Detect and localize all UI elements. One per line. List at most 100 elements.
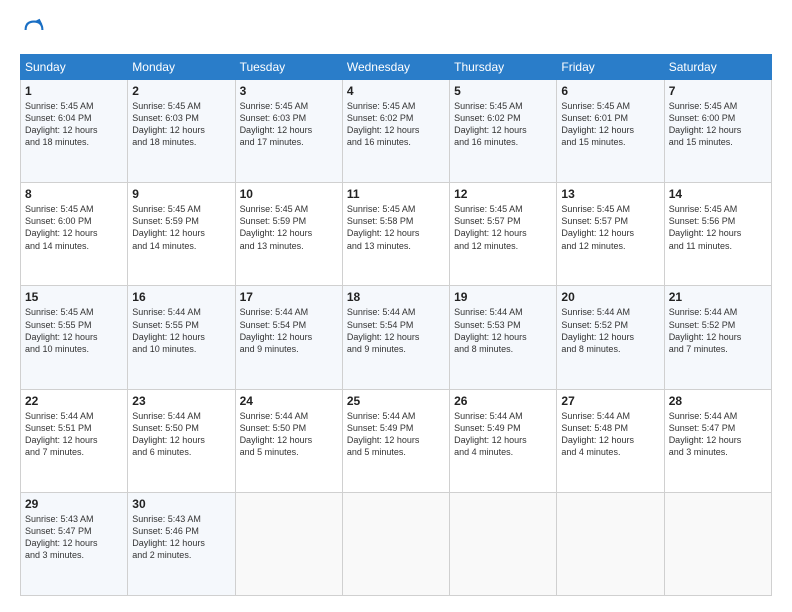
day-info: Sunrise: 5:45 AM Sunset: 5:58 PM Dayligh… [347, 203, 445, 252]
calendar-cell: 17 Sunrise: 5:44 AM Sunset: 5:54 PM Dayli… [235, 286, 342, 389]
day-info: Sunrise: 5:44 AM Sunset: 5:50 PM Dayligh… [240, 410, 338, 459]
calendar-header-friday: Friday [557, 55, 664, 80]
day-number: 21 [669, 290, 767, 304]
calendar-header-monday: Monday [128, 55, 235, 80]
calendar-header-saturday: Saturday [664, 55, 771, 80]
calendar-header-tuesday: Tuesday [235, 55, 342, 80]
day-number: 3 [240, 84, 338, 98]
day-info: Sunrise: 5:43 AM Sunset: 5:47 PM Dayligh… [25, 513, 123, 562]
calendar-cell: 11 Sunrise: 5:45 AM Sunset: 5:58 PM Dayli… [342, 183, 449, 286]
day-info: Sunrise: 5:45 AM Sunset: 5:59 PM Dayligh… [132, 203, 230, 252]
day-info: Sunrise: 5:43 AM Sunset: 5:46 PM Dayligh… [132, 513, 230, 562]
logo [20, 16, 52, 44]
day-info: Sunrise: 5:44 AM Sunset: 5:47 PM Dayligh… [669, 410, 767, 459]
calendar-cell: 30 Sunrise: 5:43 AM Sunset: 5:46 PM Dayli… [128, 492, 235, 595]
day-info: Sunrise: 5:45 AM Sunset: 5:57 PM Dayligh… [561, 203, 659, 252]
day-number: 18 [347, 290, 445, 304]
day-info: Sunrise: 5:44 AM Sunset: 5:52 PM Dayligh… [561, 306, 659, 355]
day-number: 13 [561, 187, 659, 201]
calendar-cell: 21 Sunrise: 5:44 AM Sunset: 5:52 PM Dayli… [664, 286, 771, 389]
logo-icon [20, 16, 48, 44]
day-number: 4 [347, 84, 445, 98]
day-info: Sunrise: 5:45 AM Sunset: 6:00 PM Dayligh… [25, 203, 123, 252]
header [20, 16, 772, 44]
day-info: Sunrise: 5:45 AM Sunset: 5:57 PM Dayligh… [454, 203, 552, 252]
day-info: Sunrise: 5:45 AM Sunset: 6:02 PM Dayligh… [454, 100, 552, 149]
day-number: 17 [240, 290, 338, 304]
calendar-cell [557, 492, 664, 595]
calendar-cell: 10Sunrise: 5:45 AM Sunset: 5:59 PM Dayli… [235, 183, 342, 286]
page: SundayMondayTuesdayWednesdayThursdayFrid… [0, 0, 792, 612]
calendar-cell: 22 Sunrise: 5:44 AM Sunset: 5:51 PM Dayli… [21, 389, 128, 492]
day-info: Sunrise: 5:45 AM Sunset: 6:03 PM Dayligh… [240, 100, 338, 149]
calendar-cell [450, 492, 557, 595]
day-number: 19 [454, 290, 552, 304]
calendar-cell: 20 Sunrise: 5:44 AM Sunset: 5:52 PM Dayli… [557, 286, 664, 389]
day-info: Sunrise: 5:45 AM Sunset: 6:03 PM Dayligh… [132, 100, 230, 149]
day-number: 7 [669, 84, 767, 98]
calendar-week-3: 22 Sunrise: 5:44 AM Sunset: 5:51 PM Dayli… [21, 389, 772, 492]
calendar-week-1: 8Sunrise: 5:45 AM Sunset: 6:00 PM Daylig… [21, 183, 772, 286]
calendar-cell: 7 Sunrise: 5:45 AM Sunset: 6:00 PM Daylig… [664, 80, 771, 183]
calendar-cell: 3 Sunrise: 5:45 AM Sunset: 6:03 PM Daylig… [235, 80, 342, 183]
calendar-cell: 23 Sunrise: 5:44 AM Sunset: 5:50 PM Dayli… [128, 389, 235, 492]
calendar-week-4: 29 Sunrise: 5:43 AM Sunset: 5:47 PM Dayli… [21, 492, 772, 595]
calendar-cell: 16 Sunrise: 5:44 AM Sunset: 5:55 PM Dayli… [128, 286, 235, 389]
calendar-cell: 18 Sunrise: 5:44 AM Sunset: 5:54 PM Dayli… [342, 286, 449, 389]
day-info: Sunrise: 5:45 AM Sunset: 6:00 PM Dayligh… [669, 100, 767, 149]
day-info: Sunrise: 5:44 AM Sunset: 5:52 PM Dayligh… [669, 306, 767, 355]
calendar-cell: 12 Sunrise: 5:45 AM Sunset: 5:57 PM Dayli… [450, 183, 557, 286]
calendar-cell: 6 Sunrise: 5:45 AM Sunset: 6:01 PM Daylig… [557, 80, 664, 183]
calendar-body: 1 Sunrise: 5:45 AM Sunset: 6:04 PM Daylig… [21, 80, 772, 596]
calendar-cell: 1 Sunrise: 5:45 AM Sunset: 6:04 PM Daylig… [21, 80, 128, 183]
day-number: 5 [454, 84, 552, 98]
day-info: Sunrise: 5:44 AM Sunset: 5:48 PM Dayligh… [561, 410, 659, 459]
day-number: 16 [132, 290, 230, 304]
calendar-header-thursday: Thursday [450, 55, 557, 80]
day-info: Sunrise: 5:44 AM Sunset: 5:54 PM Dayligh… [240, 306, 338, 355]
day-info: Sunrise: 5:44 AM Sunset: 5:51 PM Dayligh… [25, 410, 123, 459]
day-number: 11 [347, 187, 445, 201]
day-number: 29 [25, 497, 123, 511]
calendar-cell: 15Sunrise: 5:45 AM Sunset: 5:55 PM Dayli… [21, 286, 128, 389]
calendar-cell: 28Sunrise: 5:44 AM Sunset: 5:47 PM Dayli… [664, 389, 771, 492]
day-number: 14 [669, 187, 767, 201]
day-info: Sunrise: 5:45 AM Sunset: 6:02 PM Dayligh… [347, 100, 445, 149]
day-info: Sunrise: 5:45 AM Sunset: 6:04 PM Dayligh… [25, 100, 123, 149]
day-number: 6 [561, 84, 659, 98]
calendar-cell: 13 Sunrise: 5:45 AM Sunset: 5:57 PM Dayli… [557, 183, 664, 286]
calendar-cell: 19Sunrise: 5:44 AM Sunset: 5:53 PM Dayli… [450, 286, 557, 389]
calendar-week-0: 1 Sunrise: 5:45 AM Sunset: 6:04 PM Daylig… [21, 80, 772, 183]
day-number: 22 [25, 394, 123, 408]
calendar-cell [235, 492, 342, 595]
day-info: Sunrise: 5:45 AM Sunset: 6:01 PM Dayligh… [561, 100, 659, 149]
calendar-cell: 24Sunrise: 5:44 AM Sunset: 5:50 PM Dayli… [235, 389, 342, 492]
calendar-cell: 26Sunrise: 5:44 AM Sunset: 5:49 PM Dayli… [450, 389, 557, 492]
calendar-cell: 27 Sunrise: 5:44 AM Sunset: 5:48 PM Dayli… [557, 389, 664, 492]
calendar-cell: 8Sunrise: 5:45 AM Sunset: 6:00 PM Daylig… [21, 183, 128, 286]
day-info: Sunrise: 5:44 AM Sunset: 5:50 PM Dayligh… [132, 410, 230, 459]
day-info: Sunrise: 5:44 AM Sunset: 5:55 PM Dayligh… [132, 306, 230, 355]
day-number: 9 [132, 187, 230, 201]
day-info: Sunrise: 5:45 AM Sunset: 5:59 PM Dayligh… [240, 203, 338, 252]
day-number: 12 [454, 187, 552, 201]
calendar-header-wednesday: Wednesday [342, 55, 449, 80]
calendar-week-2: 15Sunrise: 5:45 AM Sunset: 5:55 PM Dayli… [21, 286, 772, 389]
day-number: 2 [132, 84, 230, 98]
calendar-cell: 2 Sunrise: 5:45 AM Sunset: 6:03 PM Daylig… [128, 80, 235, 183]
day-info: Sunrise: 5:45 AM Sunset: 5:55 PM Dayligh… [25, 306, 123, 355]
calendar-cell: 29 Sunrise: 5:43 AM Sunset: 5:47 PM Dayli… [21, 492, 128, 595]
calendar-cell: 25 Sunrise: 5:44 AM Sunset: 5:49 PM Dayli… [342, 389, 449, 492]
day-number: 1 [25, 84, 123, 98]
day-number: 30 [132, 497, 230, 511]
day-info: Sunrise: 5:44 AM Sunset: 5:49 PM Dayligh… [347, 410, 445, 459]
day-info: Sunrise: 5:44 AM Sunset: 5:49 PM Dayligh… [454, 410, 552, 459]
day-number: 20 [561, 290, 659, 304]
day-number: 27 [561, 394, 659, 408]
calendar-cell: 5 Sunrise: 5:45 AM Sunset: 6:02 PM Daylig… [450, 80, 557, 183]
day-info: Sunrise: 5:44 AM Sunset: 5:54 PM Dayligh… [347, 306, 445, 355]
calendar-cell: 14Sunrise: 5:45 AM Sunset: 5:56 PM Dayli… [664, 183, 771, 286]
day-number: 25 [347, 394, 445, 408]
calendar-table: SundayMondayTuesdayWednesdayThursdayFrid… [20, 54, 772, 596]
day-number: 23 [132, 394, 230, 408]
